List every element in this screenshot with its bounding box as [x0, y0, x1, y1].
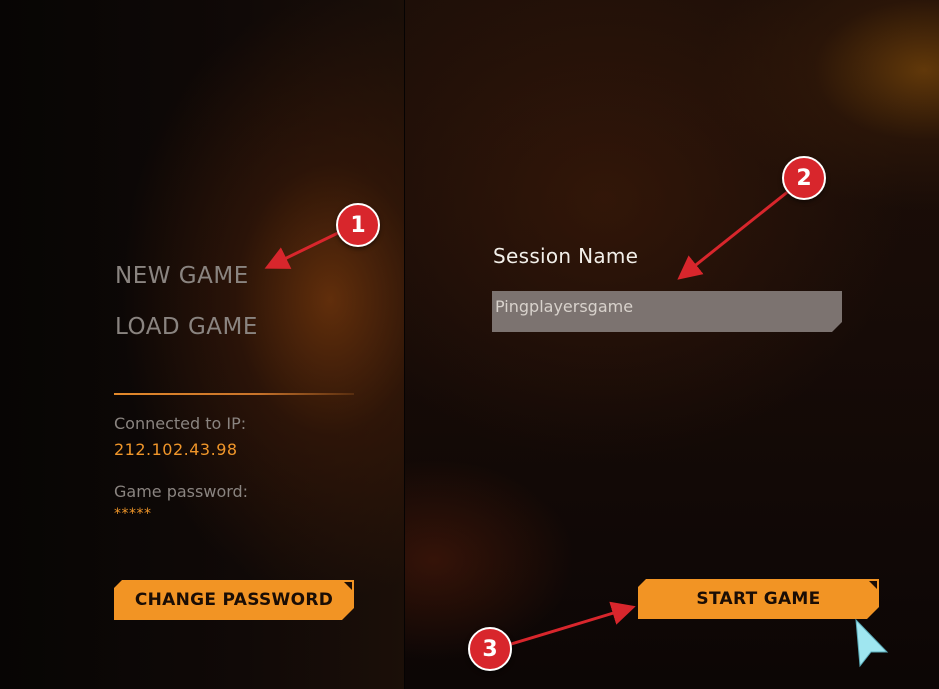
callout-badge-1: 1 [336, 203, 380, 247]
arrow-2 [677, 188, 791, 280]
arrow-1 [264, 230, 341, 269]
callout-badge-3: 3 [468, 627, 512, 671]
arrow-3 [507, 601, 636, 647]
annotation-arrows [264, 188, 889, 668]
mouse-cursor-icon [855, 618, 889, 668]
callout-badge-2: 2 [782, 156, 826, 200]
